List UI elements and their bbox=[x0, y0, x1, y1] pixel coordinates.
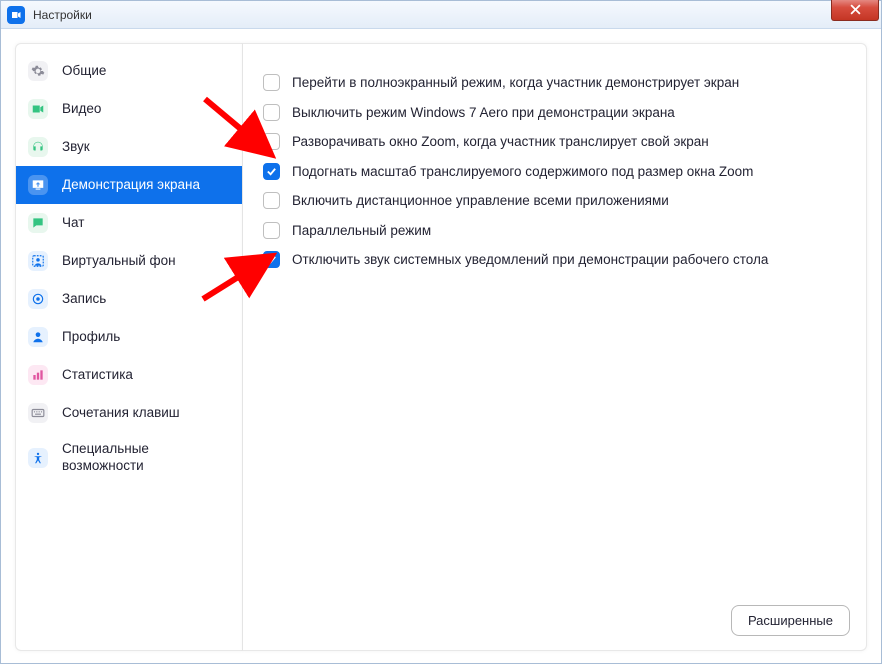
content-footer: Расширенные bbox=[263, 605, 850, 636]
checkbox[interactable] bbox=[263, 251, 280, 268]
option-label[interactable]: Параллельный режим bbox=[292, 222, 431, 240]
sidebar-item-label: Профиль bbox=[62, 329, 120, 346]
sidebar-item-video[interactable]: Видео bbox=[16, 90, 242, 128]
option-label[interactable]: Разворачивать окно Zoom, когда участник … bbox=[292, 133, 709, 151]
checkbox[interactable] bbox=[263, 192, 280, 209]
sidebar-item-label: Сочетания клавиш bbox=[62, 405, 180, 422]
sidebar-item-stats[interactable]: Статистика bbox=[16, 356, 242, 394]
sidebar: Общие Видео Звук Демонстрация экрана bbox=[15, 43, 243, 651]
checkbox[interactable] bbox=[263, 104, 280, 121]
sidebar-item-label: Демонстрация экрана bbox=[62, 177, 200, 194]
app-icon bbox=[7, 6, 25, 24]
settings-window: Настройки Общие Видео Зв bbox=[0, 0, 882, 664]
option-disable-aero: Выключить режим Windows 7 Aero при демон… bbox=[263, 98, 850, 128]
sidebar-item-profile[interactable]: Профиль bbox=[16, 318, 242, 356]
sidebar-item-general[interactable]: Общие bbox=[16, 52, 242, 90]
content-panel: Перейти в полноэкранный режим, когда уча… bbox=[243, 43, 867, 651]
record-icon bbox=[28, 289, 48, 309]
checkbox[interactable] bbox=[263, 222, 280, 239]
window-title: Настройки bbox=[33, 8, 92, 22]
share-screen-icon bbox=[28, 175, 48, 195]
sidebar-item-recording[interactable]: Запись bbox=[16, 280, 242, 318]
sidebar-item-label: Виртуальный фон bbox=[62, 253, 176, 270]
option-label[interactable]: Подогнать масштаб транслируемого содержи… bbox=[292, 163, 753, 181]
sidebar-item-label: Звук bbox=[62, 139, 90, 156]
gear-icon bbox=[28, 61, 48, 81]
option-label[interactable]: Выключить режим Windows 7 Aero при демон… bbox=[292, 104, 675, 122]
chat-icon bbox=[28, 213, 48, 233]
sidebar-item-shortcuts[interactable]: Сочетания клавиш bbox=[16, 394, 242, 432]
option-label[interactable]: Перейти в полноэкранный режим, когда уча… bbox=[292, 74, 739, 92]
option-side-by-side: Параллельный режим bbox=[263, 216, 850, 246]
accessibility-icon bbox=[28, 448, 48, 468]
sidebar-item-label: Запись bbox=[62, 291, 106, 308]
headset-icon bbox=[28, 137, 48, 157]
option-remote-control: Включить дистанционное управление всеми … bbox=[263, 186, 850, 216]
sidebar-item-label: Чат bbox=[62, 215, 84, 232]
checkbox[interactable] bbox=[263, 163, 280, 180]
video-icon bbox=[28, 99, 48, 119]
option-silence-notifications: Отключить звук системных уведомлений при… bbox=[263, 245, 850, 275]
window-body: Общие Видео Звук Демонстрация экрана bbox=[1, 29, 881, 663]
sidebar-item-label: Статистика bbox=[62, 367, 133, 384]
option-scale-fit: Подогнать масштаб транслируемого содержи… bbox=[263, 157, 850, 187]
advanced-button[interactable]: Расширенные bbox=[731, 605, 850, 636]
option-fullscreen: Перейти в полноэкранный режим, когда уча… bbox=[263, 68, 850, 98]
checkbox[interactable] bbox=[263, 74, 280, 91]
option-label[interactable]: Отключить звук системных уведомлений при… bbox=[292, 251, 768, 269]
options-list: Перейти в полноэкранный режим, когда уча… bbox=[263, 68, 850, 275]
option-maximize: Разворачивать окно Zoom, когда участник … bbox=[263, 127, 850, 157]
sidebar-item-accessibility[interactable]: Специальные возможности bbox=[16, 432, 242, 484]
virtual-bg-icon bbox=[28, 251, 48, 271]
sidebar-item-virtual-bg[interactable]: Виртуальный фон bbox=[16, 242, 242, 280]
sidebar-item-share-screen[interactable]: Демонстрация экрана bbox=[16, 166, 242, 204]
close-button[interactable] bbox=[831, 0, 879, 21]
titlebar[interactable]: Настройки bbox=[1, 1, 881, 29]
checkbox[interactable] bbox=[263, 133, 280, 150]
sidebar-item-audio[interactable]: Звук bbox=[16, 128, 242, 166]
stats-icon bbox=[28, 365, 48, 385]
sidebar-item-label: Специальные возможности bbox=[62, 441, 230, 475]
profile-icon bbox=[28, 327, 48, 347]
option-label[interactable]: Включить дистанционное управление всеми … bbox=[292, 192, 669, 210]
sidebar-item-chat[interactable]: Чат bbox=[16, 204, 242, 242]
sidebar-item-label: Общие bbox=[62, 63, 106, 80]
sidebar-item-label: Видео bbox=[62, 101, 101, 118]
keyboard-icon bbox=[28, 403, 48, 423]
